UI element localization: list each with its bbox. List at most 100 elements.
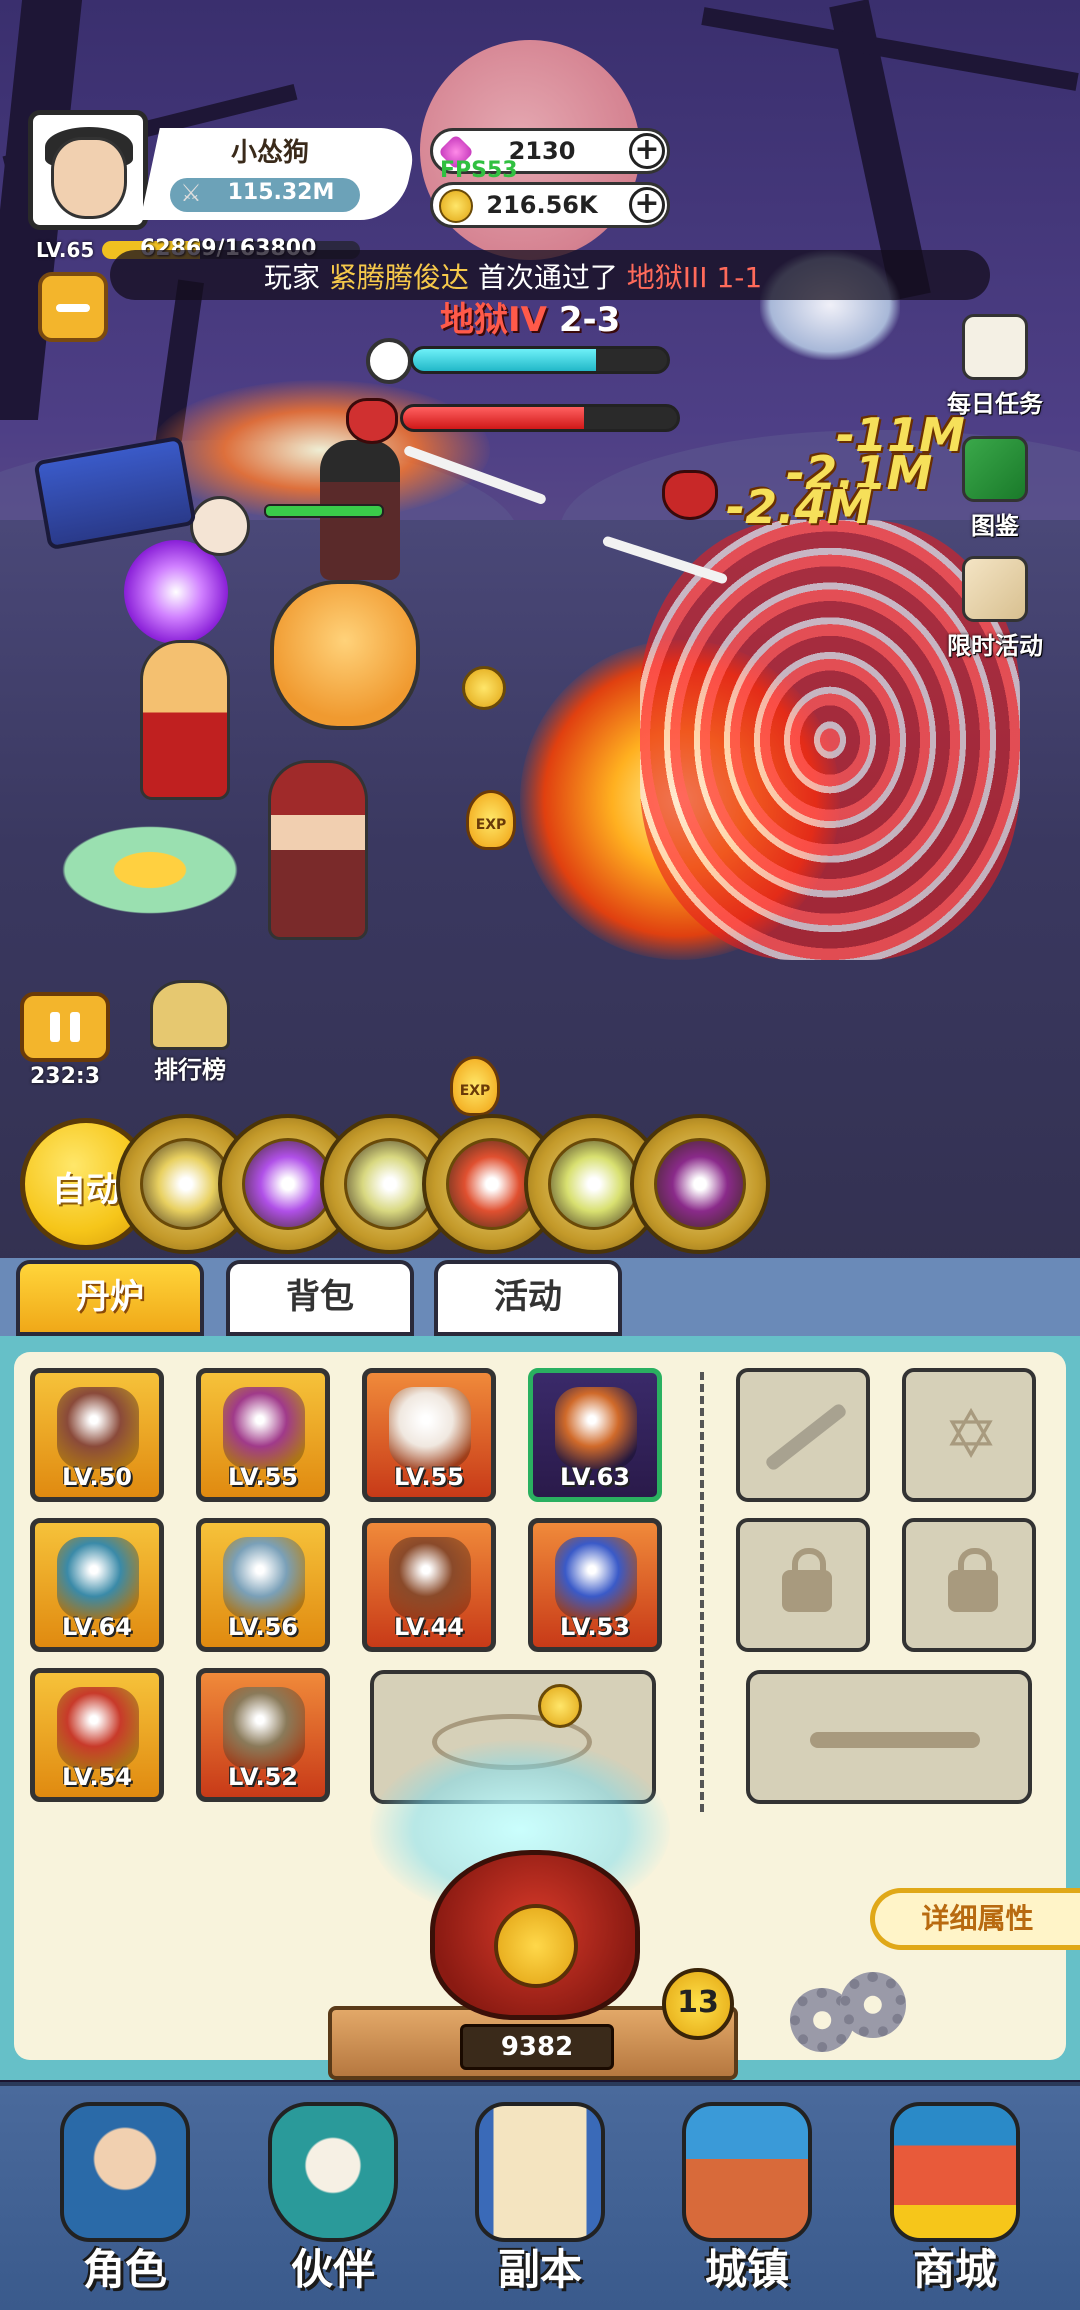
checklist-icon xyxy=(962,314,1028,380)
stage-name: 地狱IV xyxy=(440,300,547,340)
partner-bald-head xyxy=(190,496,250,556)
equipment-slot-dagger[interactable]: LV.50 xyxy=(30,1368,164,1502)
skill-button-dark-vortex[interactable] xyxy=(630,1114,770,1254)
equipment-slot-crown[interactable]: LV.55 xyxy=(196,1368,330,1502)
player-level: LV.65 xyxy=(36,238,95,262)
equipment-level: LV.54 xyxy=(62,1763,132,1791)
amulet-icon xyxy=(555,1537,637,1619)
gear-icon xyxy=(840,1972,906,2038)
combat-power-value: 115.32M xyxy=(227,180,335,205)
leaderboard-label: 排行榜 xyxy=(154,1056,226,1084)
talisman-slot[interactable]: ✡ xyxy=(902,1368,1036,1502)
yin-yang-emblem-icon xyxy=(494,1904,578,1988)
codex-label: 图鉴 xyxy=(971,512,1019,540)
equipment-level: LV.52 xyxy=(228,1763,298,1791)
exp-drop-label: EXP xyxy=(459,1083,491,1099)
partner-flower-spirit xyxy=(50,820,250,920)
game-screen: EXP EXP -11M -2.1M -2.4M 小怂狗 ⚔ 115.32M L… xyxy=(0,0,1080,2310)
cauldron-level-badge: 13 xyxy=(662,1968,734,2040)
boots-icon xyxy=(223,1687,305,1769)
equipment-slot-amulet[interactable]: LV.53 xyxy=(528,1518,662,1652)
fps-counter: FPS53 xyxy=(440,158,518,183)
nav-partners[interactable]: 伙伴 xyxy=(238,2096,428,2296)
equipment-slot-necklace[interactable]: LV.64 xyxy=(30,1518,164,1652)
nav-town[interactable]: 城镇 xyxy=(652,2096,842,2296)
partner-blonde-girl xyxy=(140,640,230,800)
limited-event-button[interactable]: 限时活动 xyxy=(930,556,1060,661)
settings-button[interactable] xyxy=(790,1972,910,2062)
scarf-icon xyxy=(57,1687,139,1769)
tab-alchemy-furnace[interactable]: 丹炉 xyxy=(16,1260,204,1336)
nav-character[interactable]: 角色 xyxy=(30,2096,220,2296)
partner-tiger xyxy=(270,580,420,730)
broadcast-stage: 地狱III 1-1 xyxy=(626,261,763,294)
demon-enemy-icon xyxy=(662,470,718,520)
purple-orb-effect xyxy=(124,540,228,644)
nav-dungeon-label: 副本 xyxy=(497,2245,582,2294)
artifact-slot[interactable] xyxy=(746,1670,1032,1804)
battle-timer: 232:3 xyxy=(29,1064,101,1089)
dark-vortex-icon xyxy=(654,1138,746,1230)
equipment-level: LV.56 xyxy=(228,1613,298,1641)
add-gold-button[interactable]: + xyxy=(629,187,665,223)
orb-icon xyxy=(555,1387,637,1469)
lock-icon xyxy=(782,1548,832,1612)
limited-event-label: 限时活动 xyxy=(947,632,1043,660)
gold-amount: 216.56K xyxy=(486,191,598,219)
nav-shop[interactable]: 商城 xyxy=(860,2096,1050,2296)
broadcast-player: 紧腾腾俊达 xyxy=(328,261,469,294)
partner-warrior xyxy=(268,760,368,940)
gold-coin-drop xyxy=(462,666,506,710)
scroll-icon xyxy=(475,2102,605,2242)
stage-title: 地狱IV 2-3 xyxy=(440,292,620,341)
broadcast-text: 玩家 紧腾腾俊达 首次通过了 地狱III 1-1 xyxy=(264,256,762,296)
equipment-slot-orb[interactable]: LV.63 xyxy=(528,1368,662,1502)
nav-dungeon[interactable]: 副本 xyxy=(445,2096,635,2296)
menu-button[interactable] xyxy=(38,272,108,342)
daily-tasks-button[interactable]: 每日任务 xyxy=(930,314,1060,419)
equipment-slot-boots[interactable]: LV.52 xyxy=(196,1668,330,1802)
weapon-slot[interactable] xyxy=(736,1368,870,1502)
equipment-slot-scarf[interactable]: LV.54 xyxy=(30,1668,164,1802)
equipment-level: LV.53 xyxy=(560,1613,630,1641)
player-name: 小怂狗 xyxy=(230,138,309,168)
equipment-level: LV.63 xyxy=(560,1463,630,1491)
equipment-level: LV.55 xyxy=(394,1463,464,1491)
exp-drop: EXP xyxy=(450,1056,500,1116)
nav-character-label: 角色 xyxy=(82,2245,167,2294)
equipment-slot-bracer[interactable]: LV.44 xyxy=(362,1518,496,1652)
detailed-attributes-button[interactable]: 详细属性 xyxy=(870,1888,1080,1950)
daily-tasks-label: 每日任务 xyxy=(947,390,1043,418)
sword-icon: ⚔ xyxy=(180,179,202,207)
exp-drop-label: EXP xyxy=(475,817,507,833)
stage-number: 2-3 xyxy=(558,300,621,340)
equipment-level: LV.64 xyxy=(62,1613,132,1641)
equipment-slot-robe[interactable]: LV.55 xyxy=(362,1368,496,1502)
gold-coin-icon xyxy=(538,1684,582,1728)
partner-shield-icon xyxy=(268,2102,398,2242)
town-building-icon xyxy=(682,2102,812,2242)
equipment-level: LV.44 xyxy=(394,1613,464,1641)
tab-backpack[interactable]: 背包 xyxy=(226,1260,414,1336)
hexagram-icon: ✡ xyxy=(943,1396,999,1473)
party-popper-icon xyxy=(962,556,1028,622)
leaderboard-button[interactable]: 排行榜 xyxy=(140,980,240,1085)
codex-button[interactable]: 图鉴 xyxy=(930,436,1060,541)
tree xyxy=(701,7,1079,91)
robe-icon xyxy=(389,1387,471,1469)
character-icon xyxy=(60,2102,190,2242)
player-avatar[interactable] xyxy=(28,110,148,230)
pause-button[interactable] xyxy=(20,992,110,1062)
hero-hp-bar xyxy=(264,504,384,518)
demon-head-icon xyxy=(346,398,398,444)
comet-icon xyxy=(548,1138,640,1230)
equipment-slot-shield[interactable]: LV.56 xyxy=(196,1518,330,1652)
tab-activity[interactable]: 活动 xyxy=(434,1260,622,1336)
locked-slot[interactable] xyxy=(902,1518,1036,1652)
cauldron-count: 9382 xyxy=(460,2024,614,2070)
necklace-icon xyxy=(57,1537,139,1619)
add-gems-button[interactable]: + xyxy=(629,133,665,169)
locked-slot[interactable] xyxy=(736,1518,870,1652)
equipment-level: LV.55 xyxy=(228,1463,298,1491)
shield-icon xyxy=(223,1537,305,1619)
